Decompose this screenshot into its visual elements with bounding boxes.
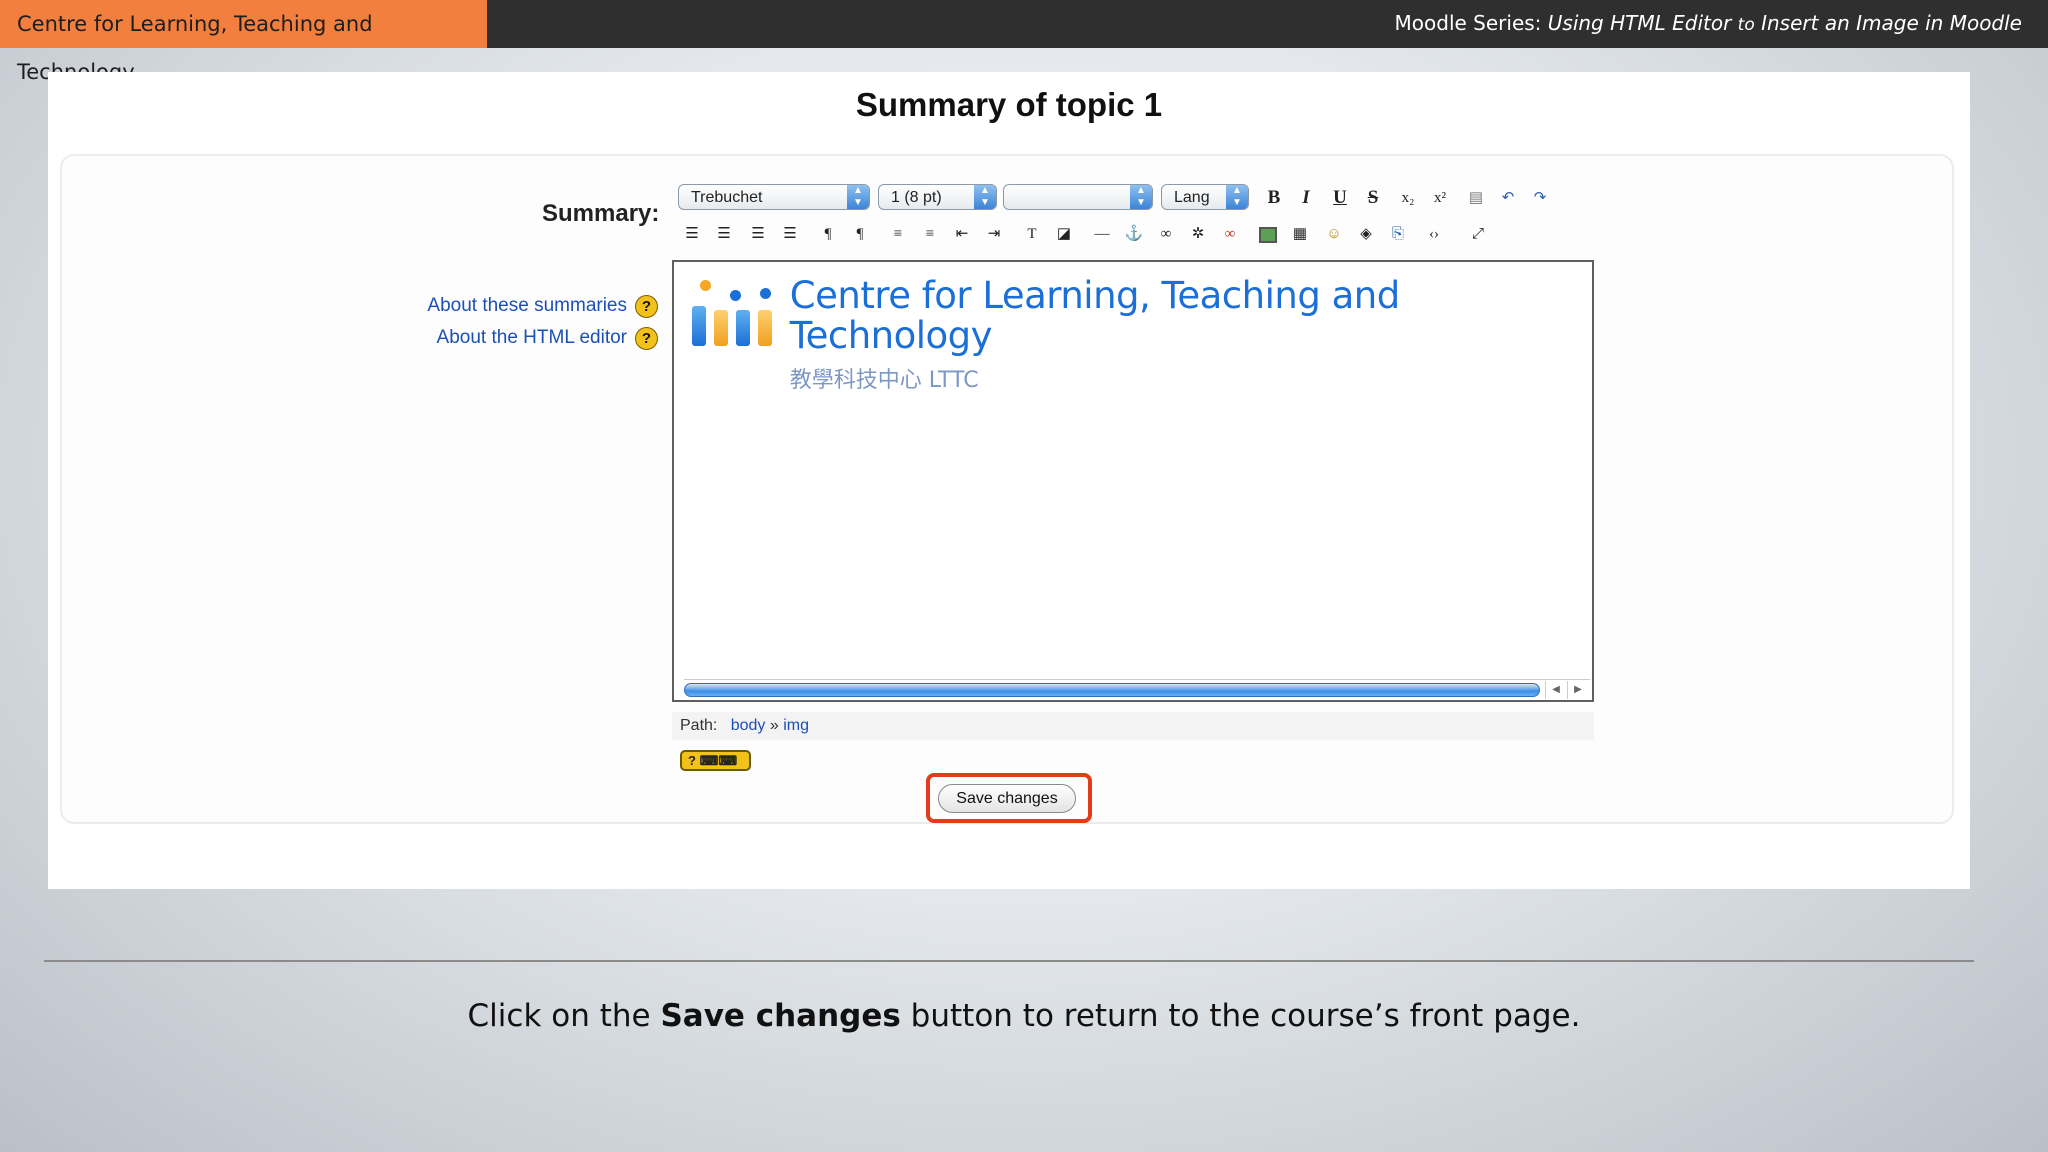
cltt-logo-icon xyxy=(690,276,774,346)
background-color-icon[interactable]: ◪ xyxy=(1050,220,1078,248)
lang-value: Lang xyxy=(1174,189,1210,206)
summary-label: Summary: xyxy=(542,200,660,227)
rtl-direction-icon[interactable]: ¶ xyxy=(846,220,874,248)
keyboard-help-label: ? xyxy=(688,753,696,768)
scroll-right-icon[interactable]: ▶ xyxy=(1567,681,1588,699)
scroll-left-icon[interactable]: ◀ xyxy=(1545,681,1566,699)
path-separator: » xyxy=(769,717,779,734)
link-icon[interactable]: ∞ xyxy=(1152,220,1180,248)
unlink-icon[interactable]: ✲ xyxy=(1184,220,1212,248)
html-source-icon[interactable]: ‹› xyxy=(1420,220,1448,248)
ltr-direction-icon[interactable]: ¶ xyxy=(814,220,842,248)
indent-icon[interactable]: ⇥ xyxy=(980,220,1008,248)
heading-select[interactable]: ▲ ▼ xyxy=(1003,184,1153,210)
caption-before: Click on the xyxy=(467,998,661,1034)
path-item-body[interactable]: body xyxy=(731,717,766,734)
search-replace-icon[interactable]: ⎘ xyxy=(1384,220,1412,248)
clean-word-icon[interactable]: ▤ xyxy=(1462,184,1490,212)
insert-image-icon[interactable] xyxy=(1254,220,1282,248)
fullscreen-icon[interactable]: ⤢ xyxy=(1464,220,1492,248)
series-prefix: Moodle Series: xyxy=(1394,11,1542,35)
horizontal-rule-icon[interactable]: — xyxy=(1088,220,1116,248)
keyboard-icon: ⌨⌨ xyxy=(699,753,738,768)
caption-bold: Save changes xyxy=(660,998,901,1034)
horizontal-scrollbar[interactable]: ◀ ▶ xyxy=(684,679,1590,700)
select-arrows-icon: ▲ ▼ xyxy=(847,185,869,209)
caption-after: button to return to the course’s front p… xyxy=(900,998,1581,1034)
font-size-select[interactable]: 1 (8 pt) ▲ ▼ xyxy=(878,184,997,210)
html-editor-area[interactable]: Centre for Learning, Teaching and Techno… xyxy=(672,260,1594,702)
anchor-icon[interactable]: ⚓ xyxy=(1120,220,1148,248)
align-left-icon[interactable]: ☰ xyxy=(678,220,706,248)
unordered-list-icon[interactable]: ≡ xyxy=(916,220,944,248)
select-arrows-icon: ▲ ▼ xyxy=(1130,185,1152,209)
logo-title: Centre for Learning, Teaching and Techno… xyxy=(789,274,1400,357)
help-link-html-editor-label[interactable]: About the HTML editor xyxy=(437,327,627,349)
help-icon[interactable]: ? xyxy=(635,294,658,318)
text-color-icon[interactable]: T xyxy=(1018,220,1046,248)
help-link-summaries[interactable]: About these summaries ? xyxy=(427,290,658,322)
select-arrows-icon: ▲ ▼ xyxy=(974,185,996,209)
path-label: Path: xyxy=(680,717,718,734)
bold-button[interactable]: B xyxy=(1260,184,1288,212)
series-title: Moodle Series: Using HTML Editor to Inse… xyxy=(1395,0,2022,48)
font-family-select[interactable]: Trebuchet ▲ ▼ xyxy=(678,184,870,210)
save-changes-button[interactable]: Save changes xyxy=(938,784,1076,813)
justify-icon[interactable]: ☰ xyxy=(776,220,804,248)
keyboard-help-button[interactable]: ? ⌨⌨ xyxy=(680,750,751,771)
top-bar: Centre for Learning, Teaching and Techno… xyxy=(0,0,2048,84)
undo-icon[interactable]: ↶ xyxy=(1494,184,1522,212)
divider xyxy=(44,960,1974,962)
brand-label: Centre for Learning, Teaching and Techno… xyxy=(0,0,487,84)
smiley-icon[interactable]: ☺ xyxy=(1320,220,1348,248)
page-title: Summary of topic 1 xyxy=(855,86,1163,123)
inserted-image[interactable]: Centre for Learning, Teaching and Techno… xyxy=(690,276,1592,394)
series-topic: Insert an Image in Moodle xyxy=(1761,11,2022,35)
ordered-list-icon[interactable]: ≡ xyxy=(884,220,912,248)
select-arrows-icon: ▲ ▼ xyxy=(1226,185,1248,209)
help-icon[interactable]: ? xyxy=(635,326,658,350)
instruction-caption: Click on the Save changes button to retu… xyxy=(0,998,2048,1034)
help-links: About these summaries ? About the HTML e… xyxy=(427,290,658,354)
special-char-icon[interactable]: ◈ xyxy=(1352,220,1380,248)
align-right-icon[interactable]: ☰ xyxy=(744,220,772,248)
strikethrough-button[interactable]: S xyxy=(1359,184,1387,212)
font-family-value: Trebuchet xyxy=(691,189,763,206)
path-bar: Path: body » img xyxy=(672,712,1594,740)
underline-button[interactable]: U xyxy=(1326,184,1354,212)
redo-icon[interactable]: ↷ xyxy=(1526,184,1554,212)
outdent-icon[interactable]: ⇤ xyxy=(948,220,976,248)
subscript-icon[interactable]: x₂ xyxy=(1394,184,1422,212)
insert-table-icon[interactable]: ▦ xyxy=(1286,220,1314,248)
series-to: to xyxy=(1737,15,1755,35)
italic-button[interactable]: I xyxy=(1292,184,1320,212)
series-using: Using HTML Editor xyxy=(1547,11,1732,35)
scrollbar-thumb[interactable] xyxy=(684,683,1540,697)
help-link-summaries-label[interactable]: About these summaries xyxy=(427,295,627,317)
align-center-icon[interactable]: ☰ xyxy=(710,220,738,248)
help-link-html-editor[interactable]: About the HTML editor ? xyxy=(427,322,658,354)
font-size-value: 1 (8 pt) xyxy=(891,189,942,206)
moodle-screenshot: Summary of topic 1 Summary: About these … xyxy=(48,72,1970,889)
superscript-icon[interactable]: x² xyxy=(1426,184,1454,212)
logo-subtitle: 教學科技中心 LTTC xyxy=(789,368,979,393)
path-item-img[interactable]: img xyxy=(783,717,809,734)
nolink-icon[interactable]: ∞ xyxy=(1216,220,1244,248)
lang-select[interactable]: Lang ▲ ▼ xyxy=(1161,184,1249,210)
